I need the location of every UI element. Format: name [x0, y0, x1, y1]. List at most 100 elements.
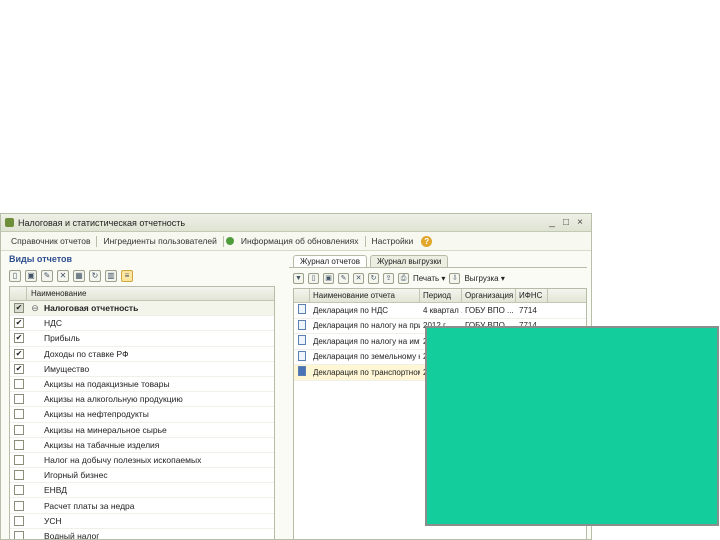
- checkbox[interactable]: [14, 439, 24, 450]
- new-icon[interactable]: ▯: [9, 270, 21, 282]
- list-item-label: НДС: [44, 318, 63, 329]
- list-item[interactable]: Акцизы на подакцизные товары: [10, 377, 274, 393]
- menu-separator: [364, 235, 366, 247]
- menu-bar: Справочник отчетов Ингредиенты пользоват…: [1, 232, 591, 251]
- checkbox[interactable]: [14, 470, 24, 481]
- list-item[interactable]: ✔ Доходы по ставке РФ: [10, 347, 274, 362]
- report-types-grid: Наименование ✔ ⊖ Налоговая отчетность ✔ НДС ✔…: [9, 286, 275, 540]
- column-header-name[interactable]: Наименование: [27, 289, 86, 298]
- row-icon-cell: [294, 304, 310, 316]
- close-icon[interactable]: ×: [575, 217, 585, 228]
- refresh-icon[interactable]: ↻: [89, 270, 101, 282]
- document-icon: [298, 304, 306, 315]
- list-item[interactable]: ✔ ⊖ Налоговая отчетность: [10, 301, 274, 317]
- menu-item-settings[interactable]: Настройки: [368, 236, 418, 246]
- list-item-label: УСН: [44, 515, 62, 526]
- table-row[interactable]: Декларация по НДС 4 квартал ...ГОБУ ВПО .…: [294, 303, 586, 319]
- checkbox[interactable]: [14, 424, 24, 435]
- copy-icon[interactable]: ▣: [323, 272, 334, 284]
- list-item[interactable]: Акцизы на алкогольную продукцию: [10, 392, 274, 408]
- checkbox[interactable]: [14, 454, 24, 465]
- filter-icon[interactable]: ▼: [293, 272, 304, 284]
- checkbox[interactable]: ✔: [14, 363, 24, 374]
- column-header-period[interactable]: Период: [420, 289, 462, 302]
- tab-reports-journal[interactable]: Журнал отчетов: [293, 255, 367, 267]
- list-item[interactable]: Акцизы на минеральное сырье: [10, 423, 274, 438]
- print-icon[interactable]: ⎙: [398, 272, 409, 284]
- grid-icon[interactable]: ▦: [73, 270, 85, 282]
- checkbox[interactable]: ✔: [14, 333, 24, 344]
- list-item-label: Налог на добычу полезных ископаемых: [44, 454, 202, 465]
- row-icon-cell: [294, 335, 310, 347]
- list-item[interactable]: ✔ Прибыль: [10, 331, 274, 347]
- list-item[interactable]: Водный налог: [10, 529, 274, 540]
- list-icon[interactable]: ≡: [121, 270, 133, 282]
- checkbox[interactable]: ✔: [14, 303, 24, 314]
- edit-icon[interactable]: ✎: [338, 272, 349, 284]
- column-header-report-name[interactable]: Наименование отчета: [310, 289, 420, 302]
- refresh-icon[interactable]: ↻: [368, 272, 379, 284]
- table-cell-name: Декларация по транспортному налогу: [313, 367, 420, 377]
- collapse-icon[interactable]: ⊖: [30, 303, 40, 314]
- checkbox[interactable]: [14, 500, 24, 511]
- list-item-label: Водный налог: [44, 530, 100, 540]
- list-item[interactable]: Акцизы на табачные изделия: [10, 438, 274, 453]
- checkbox[interactable]: ✔: [14, 348, 24, 359]
- list-item[interactable]: Налог на добычу полезных ископаемых: [10, 453, 274, 469]
- panel-header: Виды отчетов: [9, 254, 73, 264]
- delete-icon[interactable]: ✕: [57, 270, 69, 282]
- row-icon-cell: [294, 350, 310, 363]
- menu-item-users[interactable]: Ингредиенты пользователей: [99, 236, 220, 246]
- left-toolbar: ▯ ▣ ✎ ✕ ▦ ↻ ▥ ≡: [5, 266, 275, 286]
- row-icon-cell: [294, 319, 310, 332]
- list-item[interactable]: ✔ Имущество: [10, 362, 274, 377]
- column-header-organization[interactable]: Организация: [462, 289, 516, 302]
- delete-icon[interactable]: ✕: [353, 272, 364, 284]
- list-item[interactable]: Игорный бизнес: [10, 468, 274, 484]
- list-item-label: Прибыль: [44, 333, 80, 344]
- document-icon: [298, 366, 306, 377]
- table-cell-name: Декларация по налогу на имущество: [313, 336, 420, 346]
- right-toolbar: ▼ ▯ ▣ ✎ ✕ ↻ ⇪ ⎙ Печать ▾ ⇩ Выгрузка ▾: [289, 268, 587, 288]
- row-icon-cell: [294, 366, 310, 378]
- list-item-label: Доходы по ставке РФ: [44, 348, 129, 359]
- list-item[interactable]: Расчет платы за недра: [10, 498, 274, 514]
- list-item[interactable]: Акцизы на нефтепродукты: [10, 407, 274, 423]
- checkbox[interactable]: [14, 515, 24, 526]
- menu-item-updates[interactable]: Информация об обновлениях: [237, 236, 363, 246]
- list-item-label: Акцизы на минеральное сырье: [44, 424, 167, 435]
- chart-icon[interactable]: ▥: [105, 270, 117, 282]
- journal-tabs: Журнал отчетов Журнал выгрузки: [289, 252, 587, 268]
- minimize-icon[interactable]: _: [547, 217, 557, 228]
- list-item[interactable]: ✔ НДС: [10, 316, 274, 332]
- checkbox[interactable]: [14, 379, 24, 390]
- list-item-label: Налоговая отчетность: [44, 303, 139, 314]
- checkbox[interactable]: ✔: [14, 318, 24, 329]
- export-icon[interactable]: ⇩: [449, 272, 461, 284]
- checkbox[interactable]: [14, 409, 24, 420]
- list-item-label: Расчет платы за недра: [44, 500, 135, 511]
- unload-button[interactable]: Выгрузка ▾: [464, 274, 504, 283]
- copy-icon[interactable]: ▣: [25, 270, 37, 282]
- edit-icon[interactable]: ✎: [41, 270, 53, 282]
- checkbox[interactable]: [14, 485, 24, 496]
- tab-export-journal[interactable]: Журнал выгрузки: [369, 255, 449, 267]
- list-item-label: Акцизы на алкогольную продукцию: [44, 394, 183, 405]
- list-item-label: Игорный бизнес: [44, 470, 108, 481]
- table-cell-period: 4 квартал ...: [423, 305, 462, 315]
- new-icon[interactable]: ▯: [308, 272, 319, 284]
- send-icon[interactable]: ⇪: [383, 272, 394, 284]
- list-item[interactable]: УСН: [10, 514, 274, 529]
- table-cell-ifns: 7714: [519, 305, 537, 315]
- column-header-ifns[interactable]: ИФНС: [516, 289, 548, 302]
- overlay-panel: [425, 326, 719, 526]
- menu-item-reports[interactable]: Справочник отчетов: [7, 236, 94, 246]
- list-item[interactable]: ЕНВД: [10, 483, 274, 499]
- checkbox[interactable]: [14, 530, 24, 539]
- help-icon[interactable]: ?: [421, 235, 433, 247]
- print-button[interactable]: Печать ▾: [413, 274, 445, 283]
- checkbox[interactable]: [14, 394, 24, 405]
- table-cell-name: Декларация по НДС: [313, 305, 389, 315]
- window-title: Налоговая и статистическая отчетность: [18, 217, 186, 228]
- maximize-icon[interactable]: □: [561, 217, 571, 228]
